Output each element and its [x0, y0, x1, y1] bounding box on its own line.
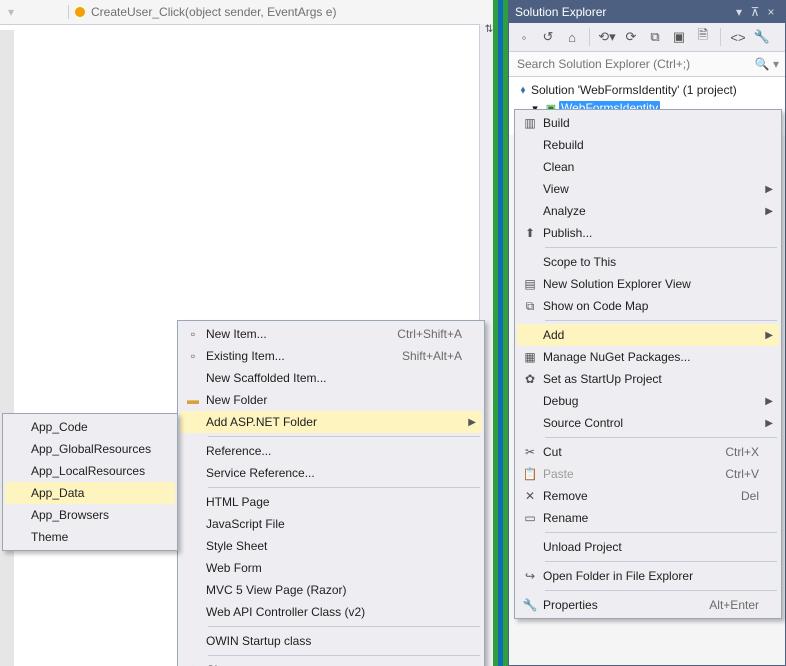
menu-theme[interactable]: Theme — [5, 526, 175, 548]
chevron-right-icon: ▶ — [765, 396, 773, 407]
search-icon[interactable]: 🔍 ▾ — [755, 57, 779, 71]
menu-source-control[interactable]: Source Control▶ — [517, 412, 779, 434]
menu-new-se-view[interactable]: ▤New Solution Explorer View — [517, 273, 779, 295]
menu-webapi[interactable]: Web API Controller Class (v2) — [180, 601, 482, 623]
publish-icon: ⬆ — [517, 226, 543, 240]
solution-label: Solution 'WebFormsIdentity' (1 project) — [531, 83, 737, 97]
menu-codemap[interactable]: ⧉Show on Code Map — [517, 295, 779, 317]
menu-publish[interactable]: ⬆Publish... — [517, 222, 779, 244]
open-folder-icon: ↪ — [517, 569, 543, 583]
solution-icon: ⬧ — [515, 84, 531, 97]
back-icon[interactable]: ◦ — [515, 28, 533, 46]
panel-title: Solution Explorer — [515, 5, 606, 19]
chevron-right-icon: ▶ — [765, 418, 773, 429]
build-icon: ▥ — [517, 116, 543, 130]
collapse-icon[interactable]: ⧉ — [646, 28, 664, 46]
new-item-icon: ▫ — [180, 327, 206, 341]
project-context-menu: ▥Build Rebuild Clean View▶ Analyze▶ ⬆Pub… — [514, 109, 782, 619]
add-submenu: ▫New Item...Ctrl+Shift+A ▫Existing Item.… — [177, 320, 485, 666]
refresh-icon[interactable]: ⟳ — [622, 28, 640, 46]
menu-class[interactable]: ✦Class... — [180, 659, 482, 666]
menu-app-localres[interactable]: App_LocalResources — [5, 460, 175, 482]
menu-style-sheet[interactable]: Style Sheet — [180, 535, 482, 557]
solution-node[interactable]: ⬧ Solution 'WebFormsIdentity' (1 project… — [513, 81, 781, 99]
menu-view[interactable]: View▶ — [517, 178, 779, 200]
show-all-icon[interactable]: ▣ — [670, 28, 688, 46]
chevron-right-icon: ▶ — [765, 330, 773, 341]
wrench-icon: 🔧 — [517, 598, 543, 612]
menu-properties[interactable]: 🔧PropertiesAlt+Enter — [517, 594, 779, 616]
menu-js-file[interactable]: JavaScript File — [180, 513, 482, 535]
properties-icon[interactable]: 🔧 — [753, 28, 771, 46]
menu-scope[interactable]: Scope to This — [517, 251, 779, 273]
chevron-right-icon: ▶ — [765, 206, 773, 217]
menu-app-globalres[interactable]: App_GlobalResources — [5, 438, 175, 460]
menu-paste: 📋PasteCtrl+V — [517, 463, 779, 485]
nuget-icon: ▦ — [517, 350, 543, 364]
window-icon: ▤ — [517, 277, 543, 291]
menu-reference[interactable]: Reference... — [180, 440, 482, 462]
menu-scaffolded[interactable]: New Scaffolded Item... — [180, 367, 482, 389]
solution-search[interactable]: 🔍 ▾ — [509, 52, 785, 77]
editor-member-dropdown[interactable]: ▾ CreateUser_Click(object sender, EventA… — [0, 0, 498, 25]
sync-icon[interactable]: ⟲▾ — [598, 28, 616, 46]
menu-clean[interactable]: Clean — [517, 156, 779, 178]
menu-app-code[interactable]: App_Code — [5, 416, 175, 438]
method-icon — [75, 7, 85, 17]
menu-cut[interactable]: ✂CutCtrl+X — [517, 441, 779, 463]
home-icon[interactable]: ⌂ — [563, 28, 581, 46]
paste-icon: 📋 — [517, 467, 543, 481]
dropdown-icon[interactable]: ▾ — [731, 5, 747, 19]
menu-html-page[interactable]: HTML Page — [180, 491, 482, 513]
menu-mvc5[interactable]: MVC 5 View Page (Razor) — [180, 579, 482, 601]
menu-web-form[interactable]: Web Form — [180, 557, 482, 579]
menu-new-folder[interactable]: ▬New Folder — [180, 389, 482, 411]
cut-icon: ✂ — [517, 445, 543, 459]
menu-remove[interactable]: ✕RemoveDel — [517, 485, 779, 507]
menu-startup[interactable]: ✿Set as StartUp Project — [517, 368, 779, 390]
menu-rename[interactable]: ▭Rename — [517, 507, 779, 529]
codemap-icon: ⧉ — [517, 299, 543, 314]
close-icon[interactable]: × — [763, 5, 779, 19]
menu-owin[interactable]: OWIN Startup class — [180, 630, 482, 652]
menu-rebuild[interactable]: Rebuild — [517, 134, 779, 156]
remove-icon: ✕ — [517, 489, 543, 503]
code-icon[interactable]: <> — [729, 28, 747, 46]
forward-icon[interactable]: ↺ — [539, 28, 557, 46]
folder-icon: ▬ — [180, 393, 206, 407]
menu-aspnet-folder[interactable]: Add ASP.NET Folder▶ — [180, 411, 482, 433]
solution-explorer-titlebar[interactable]: Solution Explorer ▾ ⊼ × — [509, 1, 785, 23]
menu-build[interactable]: ▥Build — [517, 112, 779, 134]
menu-existing-item[interactable]: ▫Existing Item...Shift+Alt+A — [180, 345, 482, 367]
editor-gutter — [0, 30, 14, 666]
rename-icon: ▭ — [517, 511, 543, 525]
search-input[interactable] — [515, 56, 751, 72]
aspnet-folder-submenu: App_Code App_GlobalResources App_LocalRe… — [2, 413, 178, 551]
existing-item-icon: ▫ — [180, 349, 206, 363]
menu-app-data[interactable]: App_Data — [5, 482, 175, 504]
menu-app-browsers[interactable]: App_Browsers — [5, 504, 175, 526]
menu-add[interactable]: Add▶ — [517, 324, 779, 346]
menu-nuget[interactable]: ▦Manage NuGet Packages... — [517, 346, 779, 368]
gear-icon: ✿ — [517, 372, 543, 386]
pin-icon[interactable]: ⊼ — [747, 5, 763, 19]
menu-analyze[interactable]: Analyze▶ — [517, 200, 779, 222]
menu-debug[interactable]: Debug▶ — [517, 390, 779, 412]
menu-service-ref[interactable]: Service Reference... — [180, 462, 482, 484]
menu-open-folder[interactable]: ↪Open Folder in File Explorer — [517, 565, 779, 587]
preview-icon[interactable]: 🗎 — [694, 28, 712, 46]
menu-unload[interactable]: Unload Project — [517, 536, 779, 558]
menu-new-item[interactable]: ▫New Item...Ctrl+Shift+A — [180, 323, 482, 345]
solution-explorer-toolbar: ◦ ↺ ⌂ ⟲▾ ⟳ ⧉ ▣ 🗎 <> 🔧 — [509, 23, 785, 52]
chevron-right-icon: ▶ — [765, 184, 773, 195]
chevron-right-icon: ▶ — [468, 417, 476, 428]
member-name: CreateUser_Click(object sender, EventArg… — [91, 5, 336, 19]
